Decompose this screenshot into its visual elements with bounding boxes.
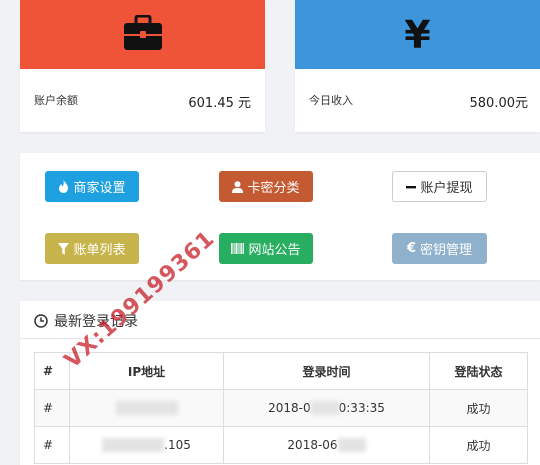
card-category-label: 卡密分类	[247, 181, 300, 196]
row-ip-tail: .105	[164, 437, 191, 452]
income-label: 今日收入	[309, 94, 353, 107]
login-log-table: # IP地址 登录时间 登陆状态 # 2018-0 0:33:35 成功 # .1…	[34, 352, 528, 464]
row-index: #	[34, 389, 70, 427]
balance-label: 账户余额	[34, 94, 78, 107]
site-notice-label: 网站公告	[248, 243, 301, 258]
user-icon	[232, 180, 244, 193]
row-time: 2018-06	[223, 426, 430, 464]
card-category-button[interactable]: 卡密分类	[219, 171, 313, 202]
redacted-time	[310, 401, 339, 416]
bill-list-label: 账单列表	[73, 243, 126, 258]
income-card: ¥ 今日收入 580.00元	[295, 0, 540, 132]
row-status: 成功	[429, 389, 528, 427]
balance-value: 601.45 元	[188, 96, 251, 111]
row-time-start: 2018-06	[287, 437, 338, 452]
merchant-settings-label: 商家设置	[73, 181, 126, 196]
barcode-icon	[231, 243, 245, 254]
table-row: # .105 2018-06 成功	[34, 426, 528, 464]
table-header-row: # IP地址 登录时间 登陆状态	[34, 352, 528, 390]
column-header-time: 登录时间	[223, 352, 430, 390]
balance-card: 账户余额 601.45 元	[20, 0, 265, 132]
minus-icon	[406, 182, 417, 192]
column-header-status: 登陆状态	[429, 352, 528, 390]
row-index: #	[34, 426, 70, 464]
withdraw-button[interactable]: 账户提现	[392, 171, 487, 202]
table-row: # 2018-0 0:33:35 成功	[34, 389, 528, 427]
filter-icon	[58, 242, 70, 255]
redacted-time	[337, 438, 366, 453]
balance-card-header	[20, 0, 265, 69]
bill-list-button[interactable]: 账单列表	[45, 233, 139, 264]
redacted-ip	[115, 401, 178, 416]
key-management-button[interactable]: € 密钥管理	[392, 233, 487, 264]
row-ip: .105	[69, 426, 224, 464]
row-status: 成功	[429, 426, 528, 464]
clock-icon	[34, 314, 48, 328]
yen-icon: ¥	[404, 12, 431, 57]
merchant-settings-button[interactable]: 商家设置	[45, 171, 139, 202]
row-time-end: 0:33:35	[338, 400, 385, 415]
income-value: 580.00元	[469, 96, 529, 111]
withdraw-label: 账户提现	[420, 181, 473, 196]
briefcase-icon	[123, 14, 163, 55]
site-notice-button[interactable]: 网站公告	[219, 233, 313, 264]
euro-icon: €	[406, 241, 417, 256]
fire-icon	[58, 180, 69, 193]
row-ip	[69, 389, 224, 427]
row-time-start: 2018-0	[268, 400, 311, 415]
key-management-label: 密钥管理	[420, 243, 473, 258]
income-card-header: ¥	[295, 0, 540, 69]
row-time: 2018-0 0:33:35	[223, 389, 430, 427]
redacted-ip	[102, 438, 165, 453]
